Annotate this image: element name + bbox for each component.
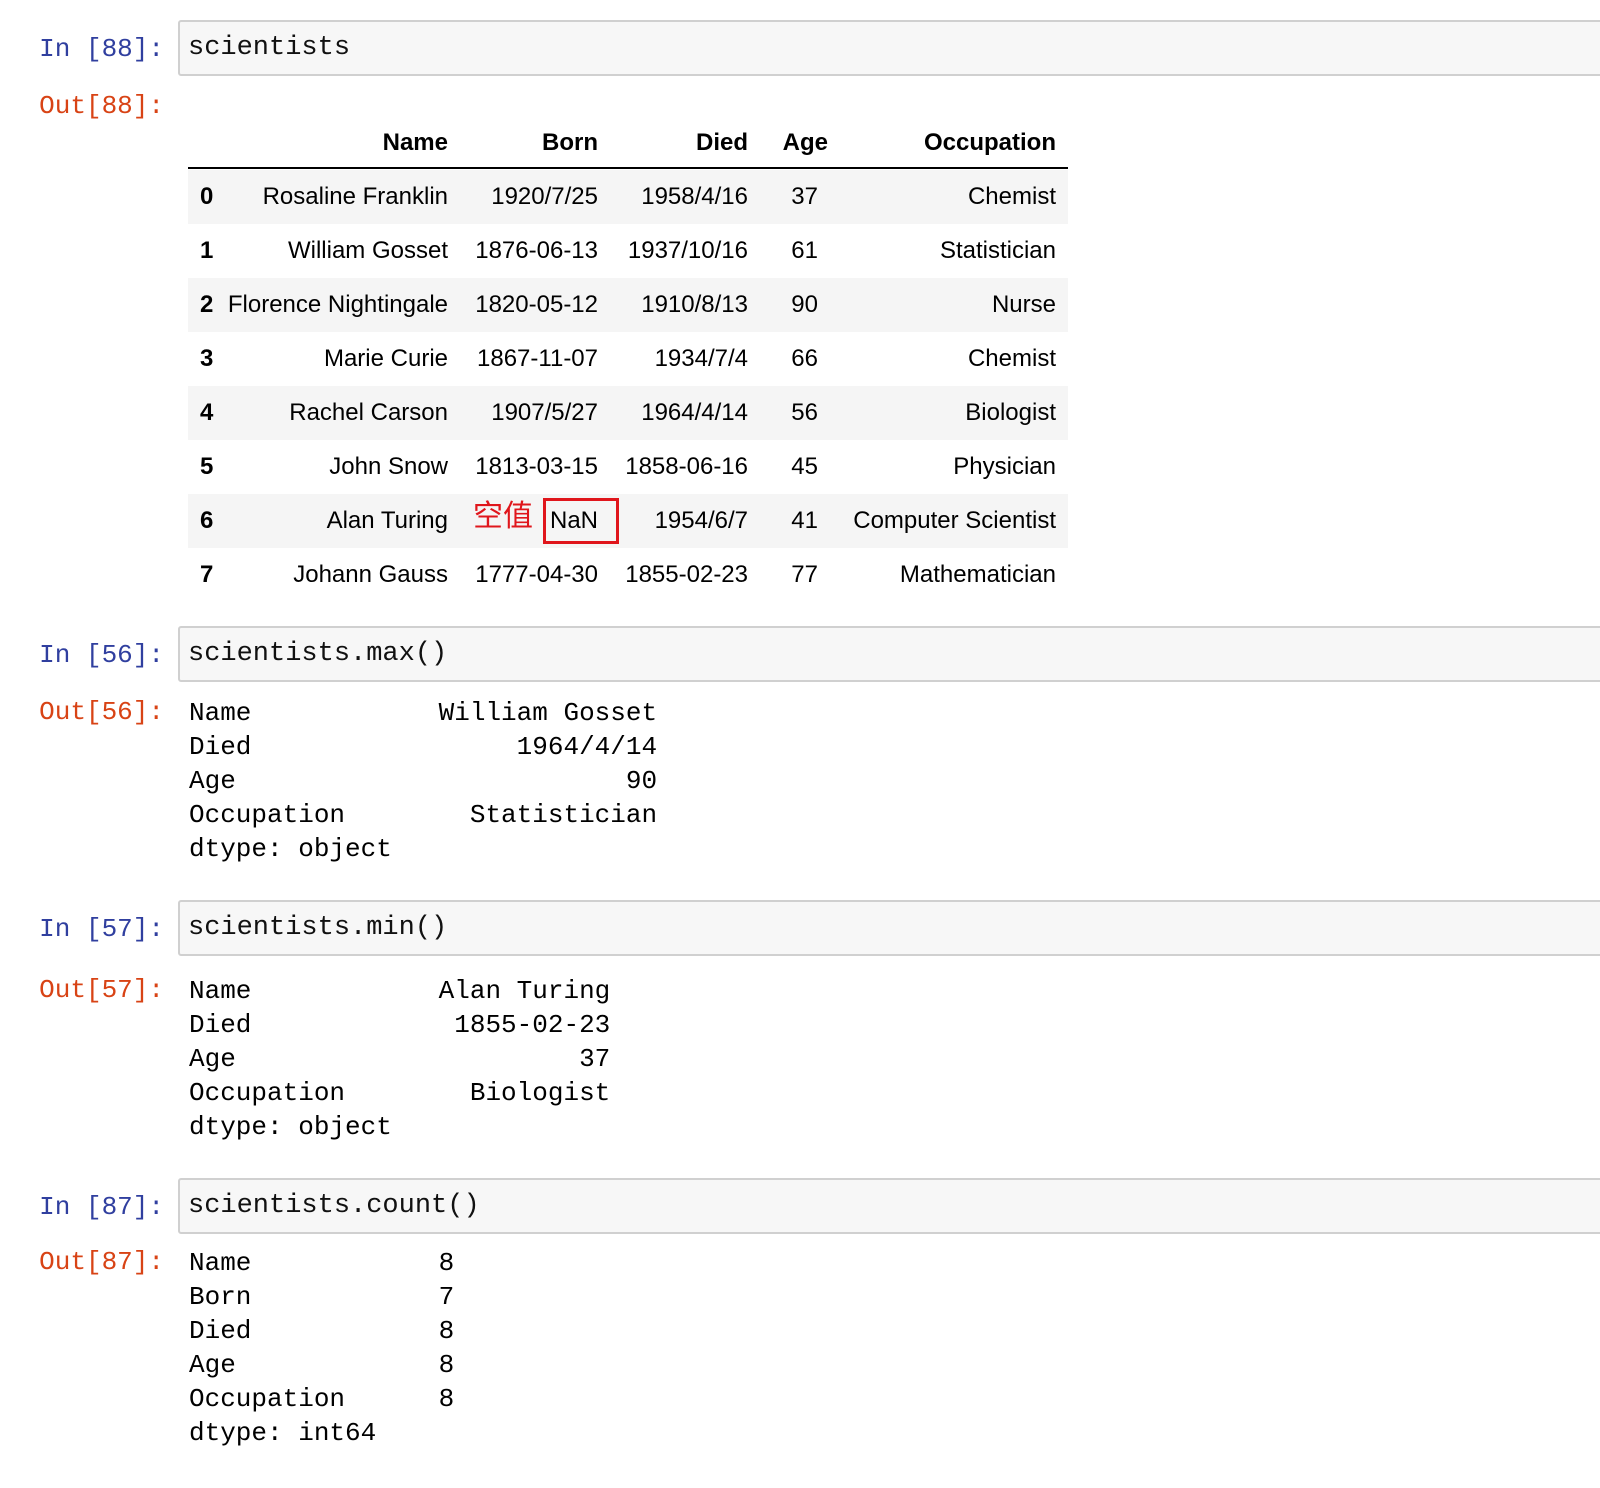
output-prompt-87: Out[87]: (39, 1247, 164, 1277)
cell-died: 1855-02-23 (625, 561, 748, 588)
output-prompt-88: Out[88]: (39, 91, 164, 121)
cell-age: 61 (791, 237, 818, 264)
cell-born: 1867-11-07 (477, 345, 598, 372)
output-prompt-56: Out[56]: (39, 697, 164, 727)
code-text: scientists (188, 33, 351, 63)
row-index: 2 (200, 291, 214, 318)
column-header-name: Name (382, 129, 448, 156)
cell-died: 1937/10/16 (627, 237, 748, 264)
series-output: Name William Gosset Died 1964/4/14 Age 9… (189, 698, 658, 864)
cell-age: 41 (791, 507, 818, 534)
input-prompt-87: In [87]: (39, 1192, 164, 1222)
code-text: scientists.count() (188, 1191, 480, 1221)
series-output: Name Alan Turing Died 1855-02-23 Age 37 … (189, 976, 611, 1142)
cell-age: 66 (791, 345, 818, 372)
cell-occupation: Statistician (939, 237, 1056, 264)
cell-age: 45 (791, 453, 818, 480)
cell-born: 1820-05-12 (475, 291, 598, 318)
cell-age: 77 (791, 561, 818, 588)
cell-died: 1934/7/4 (654, 345, 748, 372)
cell-born-nan: NaN (549, 507, 598, 534)
dataframe-table: Name Born Died Age Occupation 0 Rosaline… (188, 116, 1068, 596)
column-header-age: Age (782, 129, 828, 156)
row-index: 6 (200, 507, 214, 534)
code-cell-87[interactable]: scientists.count() (178, 1178, 1600, 1234)
cell-occupation: Biologist (965, 399, 1056, 426)
input-prompt-57: In [57]: (39, 914, 164, 944)
column-header-died: Died (695, 129, 748, 156)
code-cell-57[interactable]: scientists.min() (178, 900, 1600, 956)
output-prompt-57: Out[57]: (39, 975, 164, 1005)
cell-born: 1876-06-13 (475, 237, 598, 264)
null-value-annotation: 空值 (473, 499, 533, 534)
cell-born: 1777-04-30 (475, 561, 598, 588)
cell-age: 56 (791, 399, 818, 426)
cell-name: Florence Nightingale (227, 291, 448, 318)
cell-died: 1858-06-16 (625, 453, 748, 480)
cell-age: 90 (791, 291, 818, 318)
series-output: Name 8 Born 7 Died 8 Age 8 Occupation 8 … (189, 1248, 455, 1448)
cell-occupation: Physician (953, 453, 1056, 480)
cell-occupation: Chemist (967, 183, 1056, 210)
column-header-occupation: Occupation (923, 129, 1056, 156)
cell-occupation: Computer Scientist (853, 507, 1056, 534)
cell-occupation: Mathematician (899, 561, 1056, 588)
input-prompt-56: In [56]: (39, 640, 164, 670)
cell-occupation: Nurse (991, 291, 1056, 318)
cell-name: William Gosset (287, 237, 448, 264)
cell-name: Johann Gauss (293, 561, 448, 588)
cell-name: Rosaline Franklin (262, 183, 448, 210)
cell-occupation: Chemist (967, 345, 1056, 372)
row-index: 1 (200, 237, 214, 264)
code-text: scientists.max() (188, 639, 448, 669)
cell-age: 37 (791, 183, 818, 210)
cell-name: Marie Curie (323, 345, 448, 372)
cell-died: 1958/4/16 (641, 183, 748, 210)
cell-died: 1964/4/14 (641, 399, 748, 426)
code-cell-56[interactable]: scientists.max() (178, 626, 1600, 682)
cell-died: 1954/6/7 (654, 507, 748, 534)
code-cell-88[interactable]: scientists (178, 20, 1600, 76)
cell-name: John Snow (329, 453, 448, 480)
cell-born: 1813-03-15 (475, 453, 598, 480)
column-header-born: Born (542, 129, 598, 156)
code-text: scientists.min() (188, 913, 448, 943)
input-prompt-88: In [88]: (39, 34, 164, 64)
row-index: 3 (200, 345, 214, 372)
cell-born: 1920/7/25 (491, 183, 598, 210)
row-index: 5 (200, 453, 214, 480)
cell-name: Rachel Carson (289, 399, 448, 426)
row-index: 0 (200, 183, 214, 210)
row-index: 7 (200, 561, 214, 588)
cell-name: Alan Turing (326, 507, 448, 534)
row-index: 4 (200, 399, 214, 426)
cell-died: 1910/8/13 (641, 291, 748, 318)
cell-born: 1907/5/27 (491, 399, 598, 426)
